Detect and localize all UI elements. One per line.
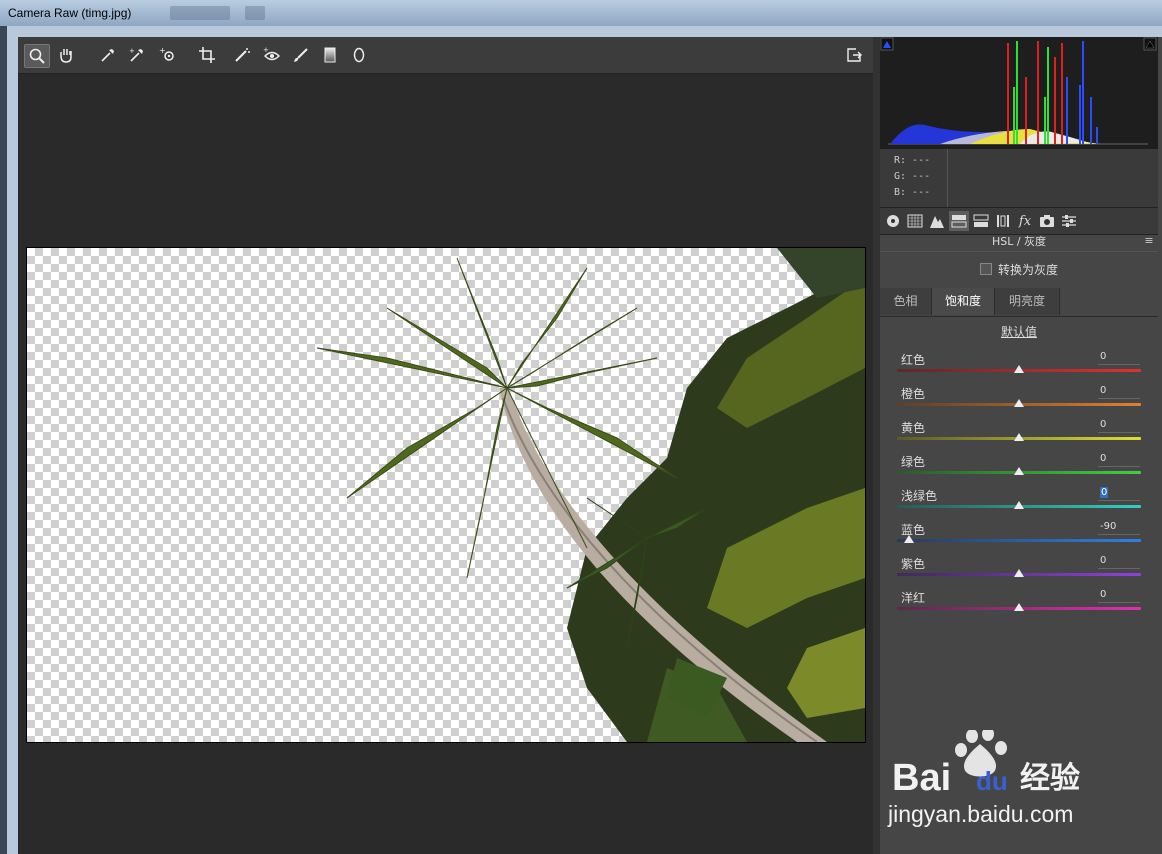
tools-toolbar: + + +	[18, 37, 873, 74]
slider-label: 黄色	[901, 421, 926, 435]
slider-thumb[interactable]	[1014, 569, 1024, 577]
green-readout: G: ---	[894, 171, 931, 182]
baidu-watermark: Bai du 经验 jingyan.baidu.com	[887, 730, 1080, 827]
panel-tab-bar: fx	[880, 207, 1158, 235]
spot-removal-icon[interactable]	[230, 44, 254, 66]
slider-row: 洋红 0	[880, 587, 1158, 621]
panel-title: HSL / 灰度 ≡	[880, 233, 1158, 252]
color-sampler-icon[interactable]: +	[125, 44, 149, 66]
slider-track[interactable]	[897, 539, 1141, 542]
slider-thumb[interactable]	[1014, 501, 1024, 509]
slider-row: 黄色 0	[880, 417, 1158, 451]
slider-thumb[interactable]	[1014, 399, 1024, 407]
slider-value-field[interactable]: 0	[1098, 418, 1140, 433]
slider-thumb[interactable]	[904, 535, 915, 543]
basic-icon[interactable]	[883, 211, 903, 231]
slider-value-field[interactable]: 0	[1098, 554, 1140, 569]
slider-value: 0	[1100, 351, 1107, 362]
slider-value: 0	[1100, 487, 1109, 498]
tone-curve-icon[interactable]	[905, 211, 925, 231]
lens-icon[interactable]	[993, 211, 1013, 231]
window-titlebar: Camera Raw (timg.jpg)	[0, 0, 1162, 26]
slider-thumb[interactable]	[1014, 467, 1024, 475]
slider-value-field[interactable]: 0	[1098, 452, 1140, 467]
slider-label: 绿色	[901, 455, 926, 469]
slider-value-field[interactable]: -90	[1098, 520, 1140, 535]
watermark-brand: Bai	[892, 757, 951, 799]
divider	[947, 149, 948, 207]
slider-label: 红色	[901, 353, 926, 367]
red-readout: R: ---	[894, 155, 931, 166]
red-eye-icon[interactable]: +	[260, 44, 284, 66]
graduated-filter-icon[interactable]	[318, 44, 342, 66]
rgb-readout: R: --- G: --- B: ---	[880, 149, 1158, 207]
tab-saturation[interactable]: 饱和度	[932, 288, 995, 315]
slider-value: 0	[1100, 419, 1107, 430]
targeted-adjust-icon[interactable]: +	[156, 44, 180, 66]
detail-icon[interactable]	[927, 211, 947, 231]
slider-value: 0	[1100, 555, 1107, 566]
histogram	[880, 37, 1158, 149]
slider-label: 洋红	[901, 591, 926, 605]
convert-gray-row[interactable]: 转换为灰度	[880, 259, 1158, 281]
adjustment-brush-icon[interactable]	[289, 44, 313, 66]
tab-luminance[interactable]: 明亮度	[995, 288, 1060, 315]
effects-icon[interactable]: fx	[1015, 211, 1035, 231]
split-toning-icon[interactable]	[971, 211, 991, 231]
svg-text:+: +	[129, 47, 135, 55]
zoom-icon[interactable]	[24, 44, 50, 68]
slider-label: 浅绿色	[901, 489, 938, 503]
blue-readout: B: ---	[894, 187, 931, 198]
preview-image	[26, 247, 866, 743]
convert-gray-checkbox[interactable]	[979, 263, 992, 275]
white-balance-icon[interactable]	[96, 44, 120, 66]
panel-menu-icon[interactable]: ≡	[1144, 235, 1154, 246]
slider-value: 0	[1100, 453, 1107, 464]
slider-row: 橙色 0	[880, 383, 1158, 417]
window-title: Camera Raw (timg.jpg)	[8, 6, 132, 20]
convert-gray-label: 转换为灰度	[997, 263, 1058, 277]
palm-tree-image	[316, 248, 865, 742]
svg-text:+: +	[263, 46, 269, 54]
hsl-icon[interactable]	[949, 211, 969, 231]
slider-value: 0	[1100, 589, 1107, 600]
slider-value-field[interactable]: 0	[1098, 486, 1140, 501]
slider-row: 红色 0	[880, 349, 1158, 383]
slider-value-field[interactable]: 0	[1098, 588, 1140, 603]
slider-value-field[interactable]: 0	[1098, 384, 1140, 399]
slider-row: 紫色 0	[880, 553, 1158, 587]
background-tab	[245, 6, 265, 20]
open-preferences-icon[interactable]	[842, 44, 866, 66]
crop-icon[interactable]	[195, 44, 219, 66]
slider-value: 0	[1100, 385, 1107, 396]
slider-label: 橙色	[901, 387, 926, 401]
slider-label: 紫色	[901, 557, 926, 571]
watermark-brand2: du	[976, 766, 1008, 796]
hand-icon[interactable]	[54, 44, 78, 66]
tab-hue[interactable]: 色相	[880, 288, 932, 315]
slider-thumb[interactable]	[1014, 365, 1024, 373]
watermark-cn: 经验	[1020, 761, 1080, 796]
panel-title-text: HSL / 灰度	[991, 235, 1047, 248]
svg-text:+: +	[159, 46, 166, 55]
slider-thumb[interactable]	[1014, 433, 1024, 441]
camera-calibration-icon[interactable]	[1037, 211, 1057, 231]
background-tab	[170, 6, 230, 20]
slider-row: 蓝色 -90	[880, 519, 1158, 553]
slider-row: 绿色 0	[880, 451, 1158, 485]
slider-value: -90	[1100, 521, 1117, 532]
presets-icon[interactable]	[1059, 211, 1079, 231]
preview-area: + + +	[18, 37, 873, 854]
watermark-url: jingyan.baidu.com	[887, 801, 1073, 827]
slider-row: 浅绿色 0	[880, 485, 1158, 519]
slider-value-field[interactable]: 0	[1098, 350, 1140, 365]
radial-filter-icon[interactable]	[347, 44, 371, 66]
slider-thumb[interactable]	[1014, 603, 1024, 611]
hsl-sub-tabs: 色相 饱和度 明亮度	[880, 288, 1158, 317]
defaults-link[interactable]: 默认值	[880, 323, 1158, 340]
